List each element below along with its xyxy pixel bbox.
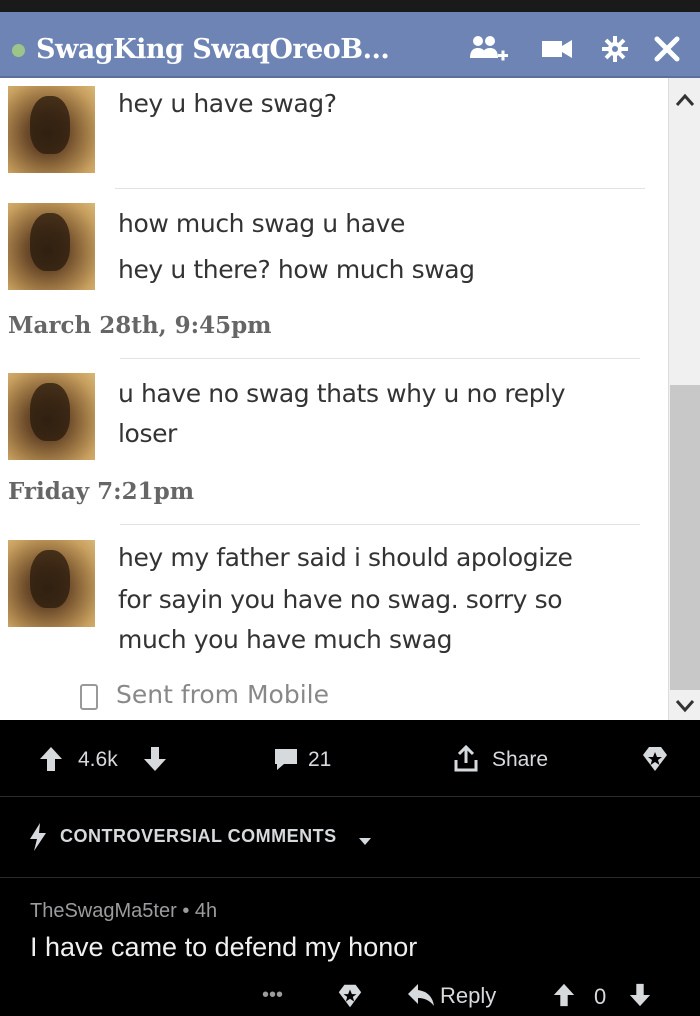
chat-message: hey u there? how much swag [118,255,475,284]
reply-arrow-icon[interactable] [406,982,436,1014]
message-timestamp: March 28th, 9:45pm [8,312,272,339]
chat-screenshot: SwagKing SwaqOreoB... hey u have swag? h… [0,0,700,720]
post-score: 4.6k [78,748,118,771]
chat-message: loser [118,419,177,448]
chat-title[interactable]: SwagKing SwaqOreoB... [36,34,390,65]
online-status-icon [12,44,25,57]
comment-score: 0 [594,984,607,1009]
comment-bubble-icon[interactable] [272,746,300,778]
share-icon[interactable] [452,744,480,780]
more-options-button[interactable]: ••• [262,984,283,1007]
lightning-icon [28,822,48,856]
add-friend-icon[interactable] [468,34,512,64]
comment-meta: TheSwagMa5ter • 4h [30,900,217,923]
sender-avatar[interactable] [8,203,95,290]
divider [120,358,640,359]
sender-avatar[interactable] [8,86,95,173]
mobile-phone-icon [80,684,98,710]
award-icon[interactable] [640,744,670,780]
award-icon[interactable] [336,982,364,1016]
upvote-icon[interactable] [38,745,64,779]
comment-body: I have came to defend my honor [30,932,418,962]
chat-message: hey u have swag? [118,89,337,118]
scrollbar-thumb[interactable] [670,385,700,690]
sort-dropdown[interactable]: CONTROVERSIAL COMMENTS [60,826,337,847]
video-call-icon[interactable] [540,34,576,64]
sender-avatar[interactable] [8,540,95,627]
chat-message: u have no swag thats why u no reply [118,379,566,408]
gear-icon[interactable] [600,34,630,64]
caret-down-icon[interactable] [358,831,372,850]
share-button[interactable]: Share [492,748,548,772]
close-icon[interactable] [652,34,682,64]
chat-message: how much swag u have [118,209,406,238]
message-timestamp: Friday 7:21pm [8,478,195,505]
chat-message: much you have much swag [118,625,453,654]
chat-message: hey my father said i should apologize [118,543,573,572]
comment-age: 4h [194,900,218,922]
chevron-up-icon[interactable] [672,88,698,114]
sender-avatar[interactable] [8,373,95,460]
comment-author[interactable]: TheSwagMa5ter [30,900,177,922]
chat-message: for sayin you have no swag. sorry so [118,585,563,614]
chat-header: SwagKing SwaqOreoB... [0,12,700,78]
downvote-icon[interactable] [628,982,652,1014]
chevron-down-icon[interactable] [672,692,698,718]
divider [120,524,640,525]
downvote-icon[interactable] [142,745,168,779]
screenshot-top-edge [0,0,700,12]
sent-from-mobile-note: Sent from Mobile [116,680,329,709]
reply-button[interactable]: Reply [440,983,496,1009]
divider [115,188,645,189]
upvote-icon[interactable] [552,982,576,1014]
comments-count[interactable]: 21 [308,748,331,772]
meta-separator: • [182,900,195,922]
